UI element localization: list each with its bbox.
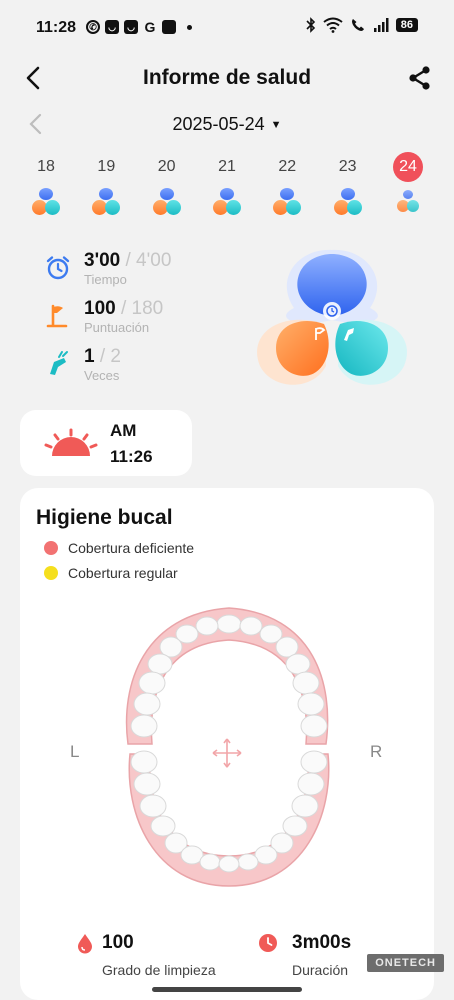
day-item[interactable]: 22 [257,152,317,232]
day-item-selected[interactable]: 24 [378,152,438,232]
session-period: AM [110,421,137,440]
right-zone [335,321,388,376]
legend-dot-yellow [44,566,58,580]
day-number: 21 [218,158,236,175]
score-label: Puntuación [84,320,150,335]
clock-icon [259,934,277,952]
stat-score: 100 / 180 Puntuación [44,298,244,344]
brushing-summary-icon [270,188,304,218]
day-number: 22 [278,158,297,175]
count-label: Veces [84,368,120,383]
legend-label: Cobertura regular [68,565,178,581]
duration-metric: 3m00s Duración [258,932,351,978]
signal-icon [373,18,389,32]
tooth-brush-icon [50,351,68,375]
stat-count: 1 / 2 Veces [44,346,244,392]
status-time: 11:28 [36,19,77,36]
alarm-clock-icon [46,256,70,280]
more-notifications-icon [187,24,192,30]
cleanliness-metric: 100 Grado de limpieza [76,932,216,978]
g-icon: G [144,19,156,35]
watermark: ONETECH [367,954,444,972]
move-crosshair-icon[interactable] [210,736,244,770]
session-time: 11:26 [110,447,153,466]
time-label: Tiempo [84,272,127,287]
sunrise-icon [44,428,98,456]
brushing-summary-icon [210,188,244,218]
wifi-icon [323,17,343,33]
cleanliness-value: 100 [102,932,134,953]
session-time-card[interactable]: AM 11:26 [20,410,192,476]
legend-dot-red [44,541,58,555]
date-dropdown[interactable]: 2025-05-24 ▼ [0,114,454,135]
legend-item-regular: Cobertura regular [44,565,178,581]
cleanliness-label: Grado de limpieza [102,962,216,978]
upper-teeth [130,614,328,738]
app-icon: ◡ [124,20,138,34]
brushing-summary-icon [331,188,365,218]
day-number: 18 [37,158,55,175]
page-title: Informe de salud [142,66,312,89]
day-item[interactable]: 19 [76,152,136,232]
drop-icon [78,934,92,954]
time-value: 3'00 [84,250,121,271]
oral-hygiene-card: Higiene bucal Cobertura deficiente Cober… [20,488,434,1000]
score-total: / 180 [120,298,164,319]
legend-item-poor: Cobertura deficiente [44,540,194,556]
week-strip: 18 19 20 21 22 23 24 [16,152,438,232]
brushing-summary-icon [89,188,123,218]
left-zone [276,321,329,376]
app-header: Informe de salud [0,52,454,104]
notification-icons: ✆ ◡ ◡ G [86,19,192,35]
brushing-summary-icon [29,188,63,218]
brushing-coverage-graphic [257,249,407,385]
right-side-label: R [370,742,383,761]
day-item[interactable]: 20 [137,152,197,232]
duration-value: 3m00s [292,932,352,953]
day-item[interactable]: 18 [16,152,76,232]
day-item[interactable]: 21 [197,152,257,232]
stat-time: 3'00 / 4'00 Tiempo [44,250,244,296]
brushing-summary-icon [150,188,184,218]
share-button[interactable] [406,64,434,92]
whatsapp-icon: ✆ [86,20,100,34]
day-number: 23 [338,158,357,175]
score-value: 100 [84,298,116,319]
app-icon: ◡ [105,20,119,34]
count-total: / 2 [99,346,121,367]
caret-down-icon: ▼ [270,119,282,131]
hygiene-title: Higiene bucal [36,506,173,529]
day-number: 20 [157,158,176,175]
duration-label: Duración [292,962,349,978]
system-icons: 86 [306,17,418,33]
day-number-selected: 24 [392,152,423,182]
left-side-label: L [70,742,80,761]
battery-icon: 86 [395,18,418,32]
home-indicator[interactable] [152,987,302,992]
brushing-summary-icon [391,188,425,218]
share-icon [409,66,430,90]
bluetooth-icon [306,17,315,33]
day-item[interactable]: 23 [318,152,378,232]
wifi-call-icon [351,19,364,31]
brushing-stats: 3'00 / 4'00 Tiempo 100 / 180 Puntuación … [44,250,244,394]
day-number: 19 [97,158,116,175]
date-selector-row: 2025-05-24 ▼ [0,108,454,142]
selected-date: 2025-05-24 [172,114,265,134]
status-bar: 11:28 ✆ ◡ ◡ G 86 [0,0,454,52]
flag-icon [46,304,68,328]
app-icon [162,20,176,34]
legend-label: Cobertura deficiente [68,540,195,556]
count-value: 1 [84,346,95,367]
time-total: / 4'00 [125,250,172,271]
